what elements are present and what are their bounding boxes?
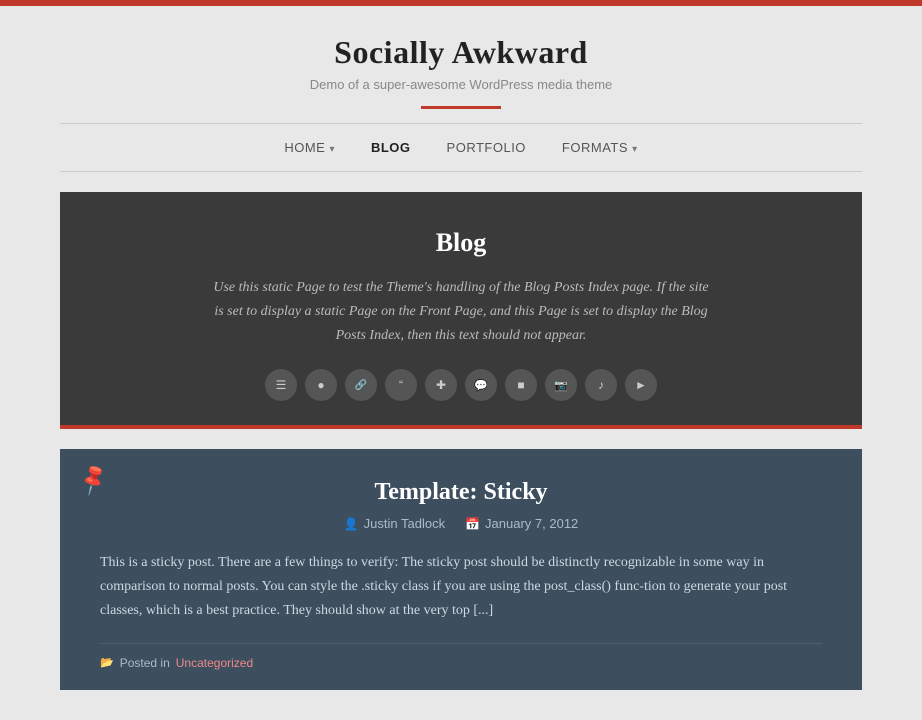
nav-link-home[interactable]: HOME ▾ (284, 140, 335, 155)
nav-item-portfolio[interactable]: PORTFOLIO (447, 140, 526, 157)
video-icon-btn[interactable]: ■ (505, 369, 537, 401)
aside-icon-btn[interactable]: ☰ (265, 369, 297, 401)
calendar-icon: 📅 (465, 517, 480, 531)
link-icon: 🔗 (355, 380, 367, 391)
image-icon-btn[interactable]: 📷 (545, 369, 577, 401)
site-navigation: HOME ▾ BLOG PORTFOLIO FORMATS ▾ (60, 123, 862, 172)
post-excerpt: This is a sticky post. There are a few t… (100, 551, 822, 622)
blog-card-description: Use this static Page to test the Theme's… (211, 276, 711, 347)
site-header: Socially Awkward Demo of a super-awesome… (0, 6, 922, 109)
chat-icon: 💬 (474, 379, 488, 392)
nav-item-formats[interactable]: FORMATS ▾ (562, 140, 638, 157)
audio-icon: ♪ (598, 378, 604, 392)
nav-item-blog[interactable]: BLOG (371, 140, 411, 157)
status-icon: ● (317, 378, 324, 392)
quote-icon: “ (399, 378, 403, 392)
plus-icon-btn[interactable]: ✚ (425, 369, 457, 401)
category-link[interactable]: Uncategorized (176, 656, 253, 670)
link-icon-btn[interactable]: 🔗 (345, 369, 377, 401)
site-tagline: Demo of a super-awesome WordPress media … (20, 77, 902, 92)
chat-icon-btn[interactable]: 💬 (465, 369, 497, 401)
formats-arrow-icon: ▾ (632, 144, 638, 155)
format-icon-row: ☰ ● 🔗 “ ✚ 💬 ■ (120, 369, 802, 401)
sticky-post-card: 📌 Template: Sticky 👤 Justin Tadlock 📅 Ja… (60, 449, 862, 689)
post-author: Justin Tadlock (364, 516, 445, 531)
header-divider (421, 106, 501, 109)
post-meta: 👤 Justin Tadlock 📅 January 7, 2012 (100, 516, 822, 531)
post-footer: 📂 Posted in Uncategorized (100, 643, 822, 670)
posted-in-label: Posted in (120, 656, 170, 670)
audio-icon-btn[interactable]: ♪ (585, 369, 617, 401)
blog-card-title: Blog (120, 228, 802, 258)
nav-link-blog[interactable]: BLOG (371, 140, 411, 155)
video-icon: ■ (517, 378, 524, 392)
gallery-icon: ► (635, 378, 647, 392)
author-meta: 👤 Justin Tadlock (344, 516, 445, 531)
plus-icon: ✚ (436, 378, 446, 392)
main-content: Blog Use this static Page to test the Th… (0, 172, 922, 720)
quote-icon-btn[interactable]: “ (385, 369, 417, 401)
aside-icon: ☰ (276, 378, 287, 392)
author-icon: 👤 (344, 517, 359, 531)
post-date: January 7, 2012 (485, 516, 578, 531)
nav-item-home[interactable]: HOME ▾ (284, 140, 335, 157)
tag-icon: 📂 (100, 656, 114, 669)
home-arrow-icon: ▾ (329, 144, 335, 155)
date-meta: 📅 January 7, 2012 (465, 516, 578, 531)
nav-link-portfolio[interactable]: PORTFOLIO (447, 140, 526, 155)
status-icon-btn[interactable]: ● (305, 369, 337, 401)
blog-header-card: Blog Use this static Page to test the Th… (60, 192, 862, 429)
nav-link-formats[interactable]: FORMATS ▾ (562, 140, 638, 155)
image-icon: 📷 (554, 379, 568, 392)
post-title: Template: Sticky (100, 479, 822, 506)
gallery-icon-btn[interactable]: ► (625, 369, 657, 401)
site-title: Socially Awkward (20, 34, 902, 71)
